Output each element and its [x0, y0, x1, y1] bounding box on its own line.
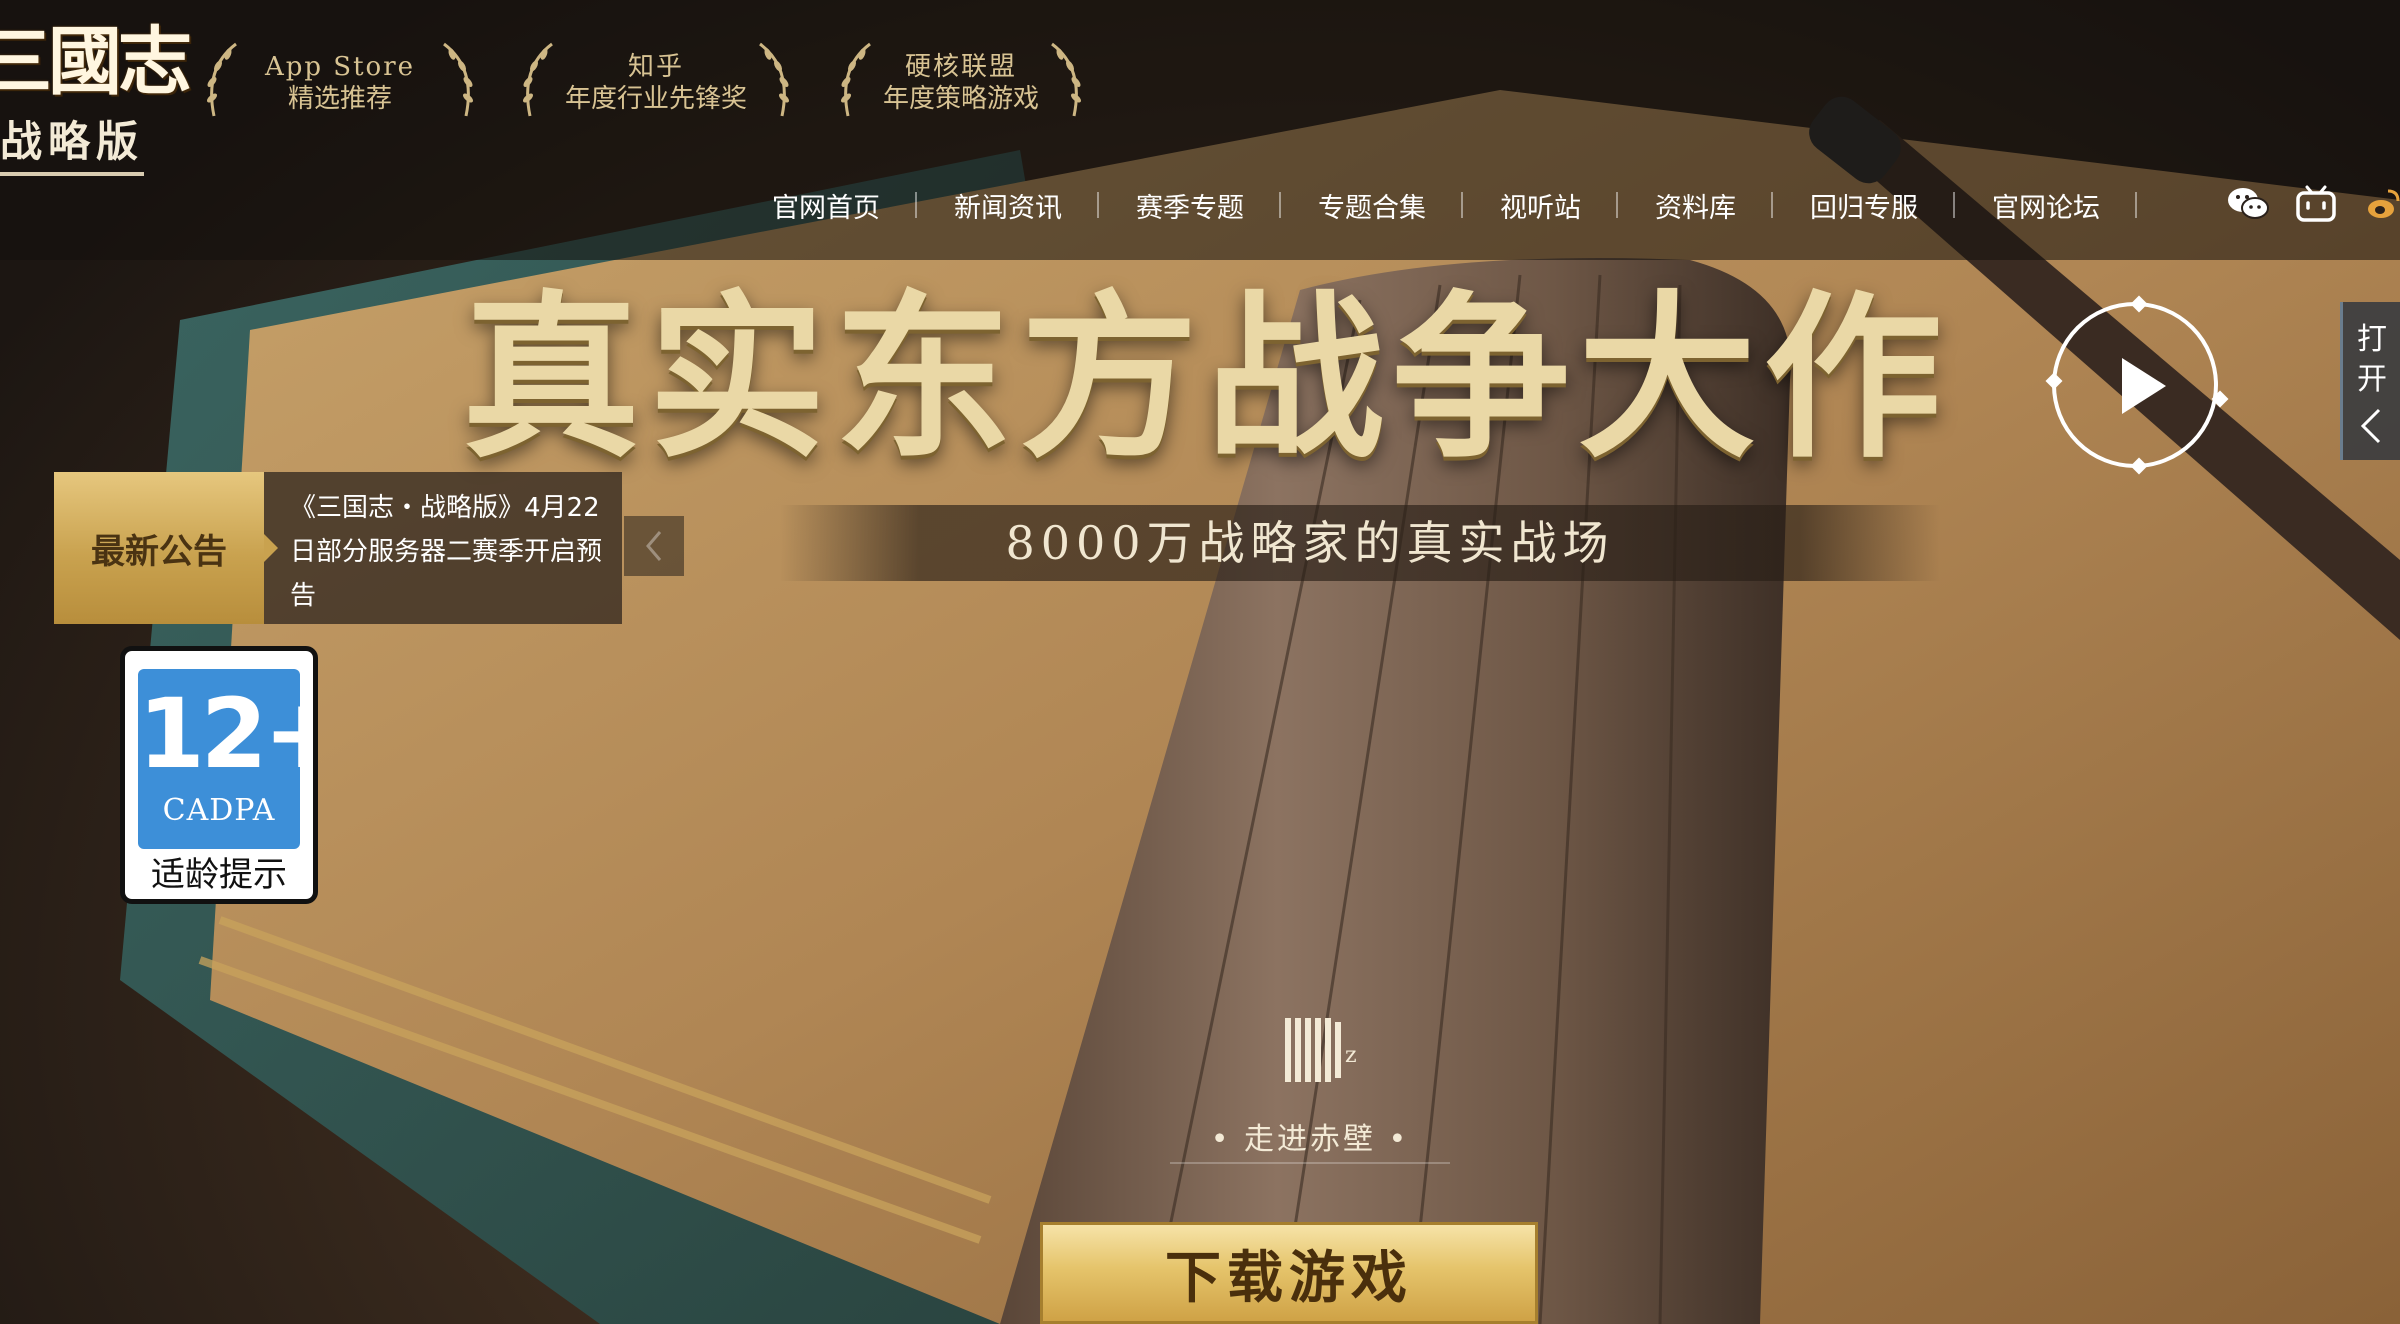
game-logo[interactable]: 三國志 战略版 — [0, 22, 192, 182]
wechat-icon[interactable] — [2225, 182, 2271, 226]
diamond-icon: • — [1376, 1122, 1410, 1157]
play-icon — [2122, 358, 2166, 414]
age-rating-label: 适龄提示 — [151, 855, 287, 895]
age-rating-value: 12+ — [138, 678, 313, 790]
laurel-left-icon — [841, 42, 871, 117]
award-hardcore-alliance: 硬核联盟 年度策略游戏 — [834, 38, 1088, 128]
bilibili-icon[interactable] — [2293, 182, 2339, 226]
award-line2: 精选推荐 — [287, 84, 392, 114]
download-game-label: 下载游戏 — [1165, 1244, 1413, 1311]
award-line2: 年度行业先锋奖 — [564, 84, 747, 114]
chevron-left-icon — [2360, 408, 2381, 444]
nav-item-forum[interactable]: 官网论坛 — [1955, 186, 2137, 225]
chibi-feature-link[interactable]: • 走进赤壁 • — [1170, 1116, 1450, 1164]
main-nav: 官网首页 新闻资讯 赛季专题 专题合集 视听站 资料库 回归专服 官网论坛 — [735, 180, 2137, 230]
award-line2: 年度策略游戏 — [882, 84, 1039, 114]
nav-item-topics[interactable]: 专题合集 — [1281, 186, 1463, 225]
download-game-button[interactable]: 下载游戏 — [1040, 1222, 1538, 1324]
hero-subtitle: 8000万战略家的真实战场 — [1005, 516, 1615, 570]
hero-title: 真实东方战争大作 — [462, 273, 1950, 482]
rating-org: CADPA — [162, 793, 276, 828]
laurel-right-icon — [1051, 42, 1081, 117]
bamboo-scroll-icon: z — [1285, 1018, 1357, 1082]
side-panel-label: 打开 — [2357, 322, 2387, 397]
announcement-prev-button[interactable] — [624, 516, 684, 576]
play-video-button[interactable] — [2045, 295, 2229, 475]
nav-item-news[interactable]: 新闻资讯 — [917, 186, 1099, 225]
weibo-icon[interactable] — [2361, 182, 2400, 226]
announcement-link[interactable]: 《三国志・战略版》4月22日部分服务器二赛季开启预告 — [264, 472, 622, 624]
nav-item-return-server[interactable]: 回归专服 — [1773, 186, 1955, 225]
nav-item-home[interactable]: 官网首页 — [735, 186, 917, 225]
laurel-left-icon — [207, 42, 237, 117]
nav-item-season[interactable]: 赛季专题 — [1099, 186, 1281, 225]
svg-text:z: z — [1345, 1043, 1357, 1068]
laurel-right-icon — [443, 42, 473, 117]
laurel-left-icon — [523, 42, 553, 117]
nav-item-database[interactable]: 资料库 — [1618, 186, 1773, 225]
nav-item-media[interactable]: 视听站 — [1463, 186, 1618, 225]
logo-title: 三國志 — [0, 19, 192, 105]
social-links — [2225, 182, 2400, 226]
logo-subtitle: 战略版 — [0, 114, 145, 176]
award-zhihu: 知乎 年度行业先锋奖 — [516, 38, 796, 128]
laurel-right-icon — [759, 42, 789, 117]
age-rating-badge[interactable]: 12+ CADPA 适龄提示 — [120, 646, 318, 904]
award-app-store: App Store 精选推荐 — [200, 38, 480, 128]
side-panel-toggle[interactable]: 打开 — [2340, 302, 2400, 460]
announcement-tag: 最新公告 — [54, 472, 278, 624]
diamond-icon: • — [1210, 1122, 1244, 1157]
chevron-left-icon — [646, 531, 662, 561]
award-line1: 知乎 — [627, 52, 684, 82]
chibi-feature-label: 走进赤壁 — [1244, 1122, 1376, 1157]
announcement-banner: 最新公告 《三国志・战略版》4月22日部分服务器二赛季开启预告 — [54, 472, 622, 624]
award-line1: 硬核联盟 — [904, 52, 1017, 82]
award-line1: App Store — [264, 52, 416, 82]
